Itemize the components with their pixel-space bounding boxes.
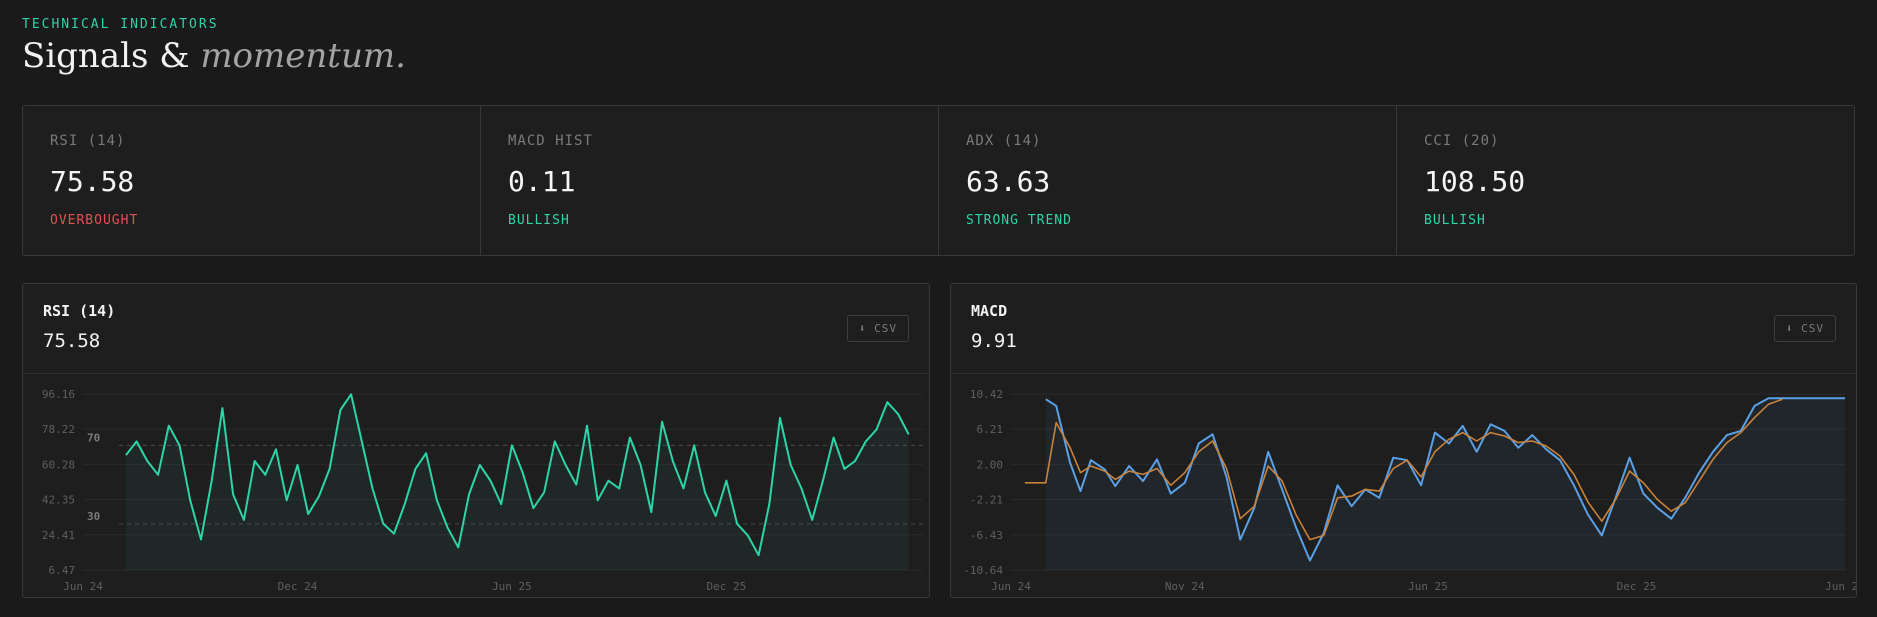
rsi-chart-panel: RSI (14) 75.58 ⬇ CSV 96.16 78.22 60.28 42.3… <box>22 283 930 598</box>
x-tick-label: Dec 25 <box>1617 580 1657 593</box>
stat-value: 75.58 <box>50 165 135 198</box>
stat-card-macd-hist: MACD HIST 0.11 BULLISH <box>481 106 939 255</box>
x-tick-label: Nov 24 <box>1165 580 1205 593</box>
page-title-accent: momentum. <box>200 36 406 76</box>
y-tick-label: 6.21 <box>977 423 1004 436</box>
y-tick-label: 42.35 <box>42 494 75 507</box>
stat-label: RSI (14) <box>50 133 126 149</box>
reference-line-label: 70 <box>87 431 100 444</box>
y-tick-label: 24.41 <box>42 529 75 542</box>
page-title-main: Signals & <box>22 36 190 76</box>
panel-title: MACD <box>971 302 1008 320</box>
reference-line-label: 30 <box>87 510 100 523</box>
x-tick-label: Dec 24 <box>278 580 318 593</box>
stat-value: 0.11 <box>508 165 576 198</box>
panel-value: 9.91 <box>971 330 1017 352</box>
series-area <box>1045 398 1845 570</box>
series-area <box>125 394 909 570</box>
stat-card-cci: CCI (20) 108.50 BULLISH <box>1397 106 1854 255</box>
stat-signal: OVERBOUGHT <box>50 213 139 228</box>
stat-card-rsi: RSI (14) 75.58 OVERBOUGHT <box>23 106 481 255</box>
x-tick-label: Dec 25 <box>707 580 747 593</box>
y-tick-label: -6.43 <box>970 529 1003 542</box>
x-tick-label: Jun 24 <box>991 580 1031 593</box>
x-tick-label: Jun 25 <box>1408 580 1448 593</box>
macd-chart-panel: MACD 9.91 ⬇ CSV 10.42 6.21 2.00 -2.21 -6.43 -… <box>950 283 1857 598</box>
y-tick-label: -2.21 <box>970 494 1003 507</box>
csv-download-button[interactable]: ⬇ CSV <box>846 315 909 342</box>
stat-label: MACD HIST <box>508 133 593 149</box>
stat-signal: BULLISH <box>508 213 570 228</box>
x-tick-label: Jun 25 <box>492 580 532 593</box>
panel-title: RSI (14) <box>43 302 116 320</box>
stat-value: 63.63 <box>966 165 1051 198</box>
y-tick-label: 10.42 <box>970 388 1003 401</box>
stat-label: CCI (20) <box>1424 133 1500 149</box>
section-eyebrow: TECHNICAL INDICATORS <box>22 17 219 32</box>
stat-signal: STRONG TREND <box>966 213 1072 228</box>
x-tick-label: Jun 24 <box>63 580 103 593</box>
y-tick-label: 78.22 <box>42 423 75 436</box>
stat-card-adx: ADX (14) 63.63 STRONG TREND <box>939 106 1397 255</box>
y-tick-label: 96.16 <box>42 388 75 401</box>
y-tick-label: 60.28 <box>42 458 75 471</box>
y-tick-label: 2.00 <box>977 458 1004 471</box>
rsi-chart: 96.16 78.22 60.28 42.35 24.41 6.47 Jun 24 Dec 2… <box>42 388 923 593</box>
indicator-stats-strip: RSI (14) 75.58 OVERBOUGHT MACD HIST 0.11… <box>22 105 1855 256</box>
panel-value: 75.58 <box>43 330 101 352</box>
stat-label: ADX (14) <box>966 133 1042 149</box>
y-tick-label: -10.64 <box>963 564 1003 577</box>
x-tick-label: Jun 26 <box>1825 580 1856 593</box>
stat-signal: BULLISH <box>1424 213 1486 228</box>
macd-chart: 10.42 6.21 2.00 -2.21 -6.43 -10.64 Jun 24 Nov 2… <box>963 388 1856 593</box>
y-tick-label: 6.47 <box>49 564 76 577</box>
csv-download-button[interactable]: ⬇ CSV <box>1773 315 1836 342</box>
stat-value: 108.50 <box>1424 165 1526 198</box>
page-title: Signals & momentum. <box>22 36 406 76</box>
